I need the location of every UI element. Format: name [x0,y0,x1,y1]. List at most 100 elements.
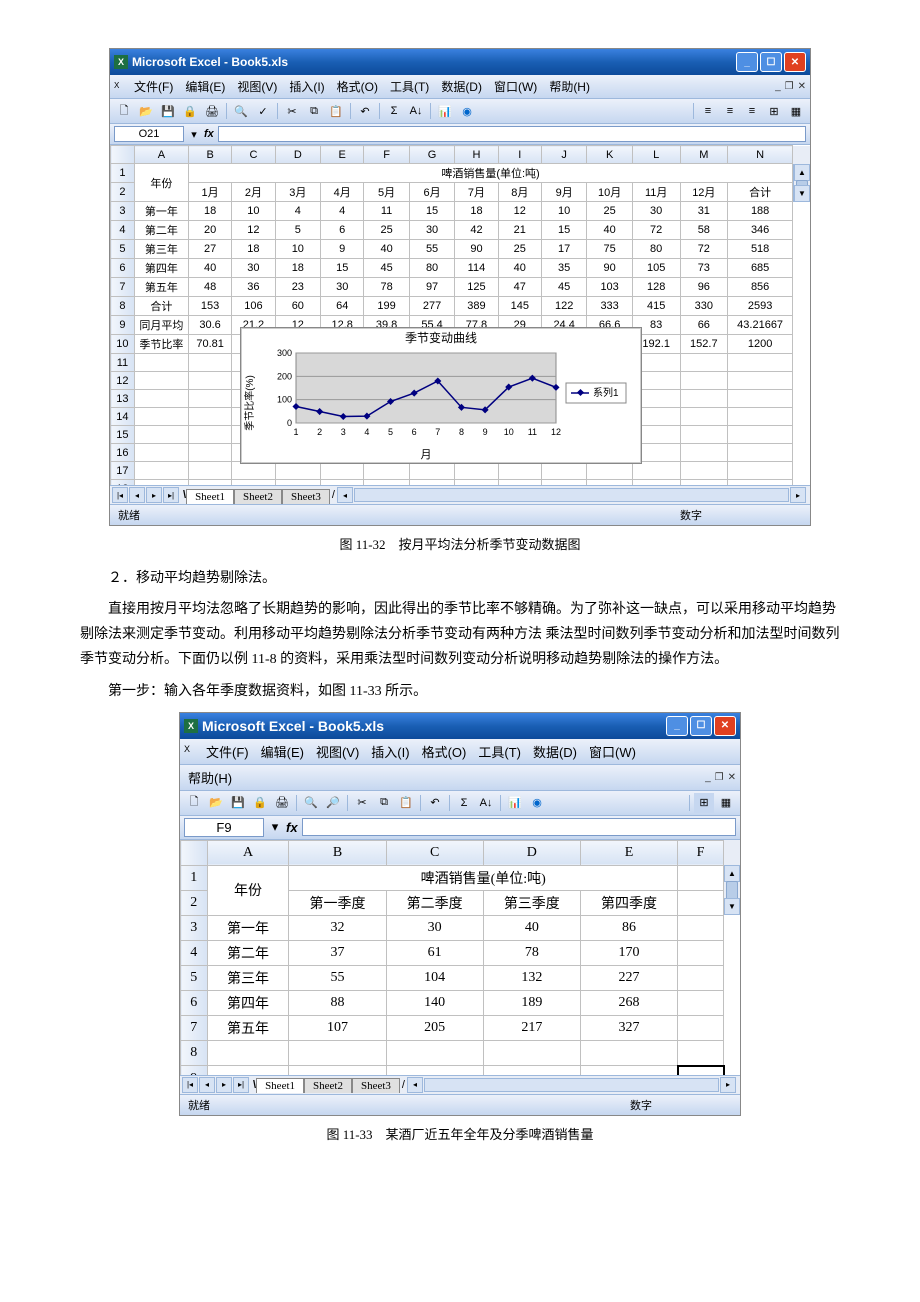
cell[interactable] [678,1015,724,1040]
cell[interactable]: 64 [321,297,364,316]
hscroll-right-icon[interactable]: ▸ [720,1077,736,1093]
cell[interactable]: 40 [364,240,409,259]
cell[interactable]: 6 [321,221,364,240]
cell[interactable]: 第四年 [207,990,289,1015]
cell[interactable]: 389 [455,297,498,316]
maximize-button[interactable]: ☐ [760,52,782,72]
cell[interactable]: 30.6 [188,316,231,335]
cell[interactable]: 125 [455,278,498,297]
close-button[interactable]: ✕ [714,716,736,736]
cell[interactable]: 153 [188,297,231,316]
cell[interactable] [321,462,364,480]
namebox[interactable]: F9 [184,818,264,837]
cell[interactable]: 20 [188,221,231,240]
row-header[interactable]: 6 [111,259,135,278]
align-left-icon[interactable]: ≡ [698,101,718,121]
hscroll-left-icon[interactable]: ◂ [337,487,353,503]
cell[interactable]: 第一季度 [289,890,386,915]
spelling-icon[interactable]: ✓ [253,101,273,121]
cell[interactable] [275,480,320,486]
cell[interactable]: 5 [275,221,320,240]
cell[interactable] [728,480,793,486]
col-header[interactable]: L [632,146,680,164]
copy-icon[interactable]: ⧉ [374,793,394,813]
merge-icon[interactable]: ⊞ [764,101,784,121]
cell[interactable] [134,426,188,444]
cell[interactable]: 9月 [541,183,586,202]
chart-icon[interactable]: 📊 [435,101,455,121]
cell[interactable] [541,462,586,480]
row-header[interactable]: 5 [181,965,208,990]
row-header[interactable]: 9 [111,316,135,335]
tab-prev-icon[interactable]: ◂ [199,1077,215,1093]
autosum-icon[interactable]: Σ [454,793,474,813]
namebox-dropdown-icon[interactable]: ▾ [268,819,282,835]
namebox-dropdown-icon[interactable]: ▾ [188,128,200,141]
hscroll-track[interactable] [354,488,789,502]
cell[interactable]: 42 [455,221,498,240]
print-icon[interactable]: 🖨 [272,793,292,813]
cell[interactable]: 第四季度 [580,890,677,915]
cell[interactable]: 第三年 [207,965,289,990]
cell[interactable]: 37 [289,940,386,965]
scroll-down-icon[interactable]: ▼ [794,185,810,202]
cell[interactable]: 122 [541,297,586,316]
cell[interactable]: 11月 [632,183,680,202]
col-header[interactable]: E [580,840,677,865]
menu-format[interactable]: 格式(O) [418,741,471,762]
cell[interactable]: 7月 [455,183,498,202]
cell[interactable] [678,1040,724,1066]
menu-view[interactable]: 视图(V) [233,77,281,96]
cell[interactable]: 17 [541,240,586,259]
sheet-tab-1[interactable]: Sheet1 [186,489,234,504]
cell[interactable] [134,390,188,408]
cell[interactable]: 12 [232,221,275,240]
cell[interactable]: 第二年 [134,221,188,240]
col-header[interactable]: I [498,146,541,164]
cell[interactable] [289,1040,386,1066]
undo-icon[interactable]: ↶ [425,793,445,813]
cell[interactable] [188,480,231,486]
cell[interactable]: 330 [680,297,728,316]
menu-file[interactable]: 文件(F) [202,741,253,762]
cell[interactable]: 40 [498,259,541,278]
cell[interactable] [680,390,728,408]
cell[interactable]: 第一年 [207,915,289,940]
col-header[interactable]: C [386,840,483,865]
cell[interactable]: 40 [587,221,632,240]
cell[interactable]: 32 [289,915,386,940]
row-header[interactable]: 7 [181,1015,208,1040]
cell[interactable]: 189 [483,990,580,1015]
cell[interactable]: 106 [232,297,275,316]
cell[interactable]: 9 [321,240,364,259]
cell[interactable]: 12月 [680,183,728,202]
col-header[interactable]: D [483,840,580,865]
cell[interactable] [232,462,275,480]
doc-close-icon[interactable]: ✕ [728,772,736,783]
cell[interactable] [498,462,541,480]
cell[interactable]: 199 [364,297,409,316]
cell[interactable] [680,480,728,486]
cell[interactable]: 40 [483,915,580,940]
menu-window[interactable]: 窗口(W) [585,741,640,762]
cell[interactable]: 170 [580,940,677,965]
cell[interactable]: 47 [498,278,541,297]
new-icon[interactable]: 🗋 [184,793,204,813]
sheet-tab-2[interactable]: Sheet2 [234,489,282,504]
cell[interactable] [678,990,724,1015]
cell[interactable] [678,890,724,915]
cell[interactable]: 27 [188,240,231,259]
cell[interactable] [289,1066,386,1075]
print-preview-icon[interactable]: 🔍 [301,793,321,813]
vertical-scrollbar[interactable]: ▲ ▼ [793,164,810,202]
cell[interactable]: 31 [680,202,728,221]
cell[interactable]: 36 [232,278,275,297]
formula-input[interactable] [302,818,736,836]
cell[interactable]: 55 [289,965,386,990]
cell[interactable]: 1200 [728,335,793,354]
fx-icon[interactable]: fx [286,820,298,835]
cell[interactable]: 4月 [321,183,364,202]
row-header[interactable]: 14 [111,408,135,426]
cell[interactable]: 105 [632,259,680,278]
cell[interactable]: 60 [275,297,320,316]
